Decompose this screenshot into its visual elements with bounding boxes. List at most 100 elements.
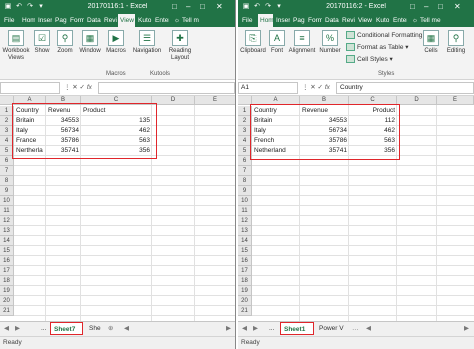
redo-icon[interactable]: ↷: [26, 3, 34, 11]
row-header[interactable]: 15: [0, 246, 14, 256]
tab-file[interactable]: File: [240, 14, 257, 27]
window-button[interactable]: ▦ Window: [78, 30, 102, 55]
name-box[interactable]: A1: [238, 82, 298, 94]
row-header[interactable]: 16: [238, 256, 252, 266]
row-header[interactable]: 8: [238, 176, 252, 186]
minimize-icon[interactable]: –: [186, 2, 190, 12]
tab-data[interactable]: Data: [85, 14, 101, 27]
row-header[interactable]: 21: [0, 306, 14, 316]
row-header[interactable]: 9: [238, 186, 252, 196]
more-sheets-icon[interactable]: …: [352, 324, 359, 334]
sheet-tab-power-view[interactable]: Power V: [316, 322, 348, 335]
row-header[interactable]: 7: [238, 166, 252, 176]
tab-formulas[interactable]: Form: [68, 14, 84, 27]
name-box[interactable]: [0, 82, 60, 94]
scroll-left-icon[interactable]: ◀: [242, 324, 247, 334]
worksheet-grid[interactable]: A B C D E 1 2 3 4 5 6 7 8 9 10 11 12 13 14 15 16 17 18 19 2…: [0, 96, 235, 321]
row-header[interactable]: 12: [0, 216, 14, 226]
scroll-left-icon[interactable]: ◀: [4, 324, 9, 334]
tell-me-search[interactable]: Tell m: [180, 14, 210, 27]
save-icon[interactable]: ▣: [4, 3, 12, 11]
row-header[interactable]: 13: [238, 226, 252, 236]
tab-insert[interactable]: Inser: [274, 14, 290, 27]
row-header[interactable]: 9: [0, 186, 14, 196]
conditional-formatting-button[interactable]: Conditional Formatting ▾: [346, 31, 427, 40]
sheet-tab-more[interactable]: ...: [38, 322, 49, 335]
sheet-tab-sheet1[interactable]: Sheet1: [280, 322, 314, 335]
row-header[interactable]: 17: [0, 266, 14, 276]
column-header-d[interactable]: D: [397, 96, 437, 105]
tab-review[interactable]: Revi: [340, 14, 355, 27]
row-header[interactable]: 19: [238, 286, 252, 296]
sheet-tab-more[interactable]: ...: [266, 322, 277, 335]
tab-insert[interactable]: Inser: [36, 14, 52, 27]
row-header[interactable]: 14: [0, 236, 14, 246]
column-header-e[interactable]: E: [437, 96, 474, 105]
customize-toolbar-icon[interactable]: ▾: [275, 3, 283, 11]
h-scroll-right-icon[interactable]: ▶: [226, 324, 231, 334]
row-header[interactable]: 11: [238, 206, 252, 216]
customize-toolbar-icon[interactable]: ▾: [37, 3, 45, 11]
cell-styles-button[interactable]: Cell Styles ▾: [346, 55, 393, 64]
format-as-table-button[interactable]: Format as Table ▾: [346, 43, 409, 52]
add-sheet-icon[interactable]: ⊕: [108, 324, 113, 334]
tab-data[interactable]: Data: [323, 14, 339, 27]
tell-me-search[interactable]: Tell me: [418, 14, 452, 27]
scroll-right-icon[interactable]: ▶: [15, 324, 20, 334]
clipboard-button[interactable]: ⎘ Clipboard: [240, 30, 266, 55]
tab-review[interactable]: Revi: [102, 14, 117, 27]
row-header[interactable]: 14: [238, 236, 252, 246]
ribbon-display-icon[interactable]: □: [410, 2, 415, 12]
save-icon[interactable]: ▣: [242, 3, 250, 11]
close-icon[interactable]: ✕: [216, 2, 223, 12]
row-header[interactable]: 18: [238, 276, 252, 286]
tab-file[interactable]: File: [2, 14, 19, 27]
number-button[interactable]: % Number: [318, 30, 342, 55]
ribbon-display-icon[interactable]: □: [172, 2, 177, 12]
tab-kutools[interactable]: Kuto: [374, 14, 390, 27]
worksheet-grid[interactable]: A B C D E 1 2 3 4 5 6 7 8 9 10 11 12 13 14 15 16 17 18 19 2…: [238, 96, 474, 321]
font-button[interactable]: A Font: [268, 30, 286, 55]
maximize-icon[interactable]: □: [438, 2, 443, 12]
row-header[interactable]: 13: [0, 226, 14, 236]
tab-view[interactable]: View: [356, 14, 373, 27]
minimize-icon[interactable]: –: [424, 2, 428, 12]
scroll-right-icon[interactable]: ▶: [253, 324, 258, 334]
row-header[interactable]: 19: [0, 286, 14, 296]
tab-kutools[interactable]: Kuto: [136, 14, 152, 27]
row-header[interactable]: 18: [0, 276, 14, 286]
maximize-icon[interactable]: □: [200, 2, 205, 12]
sheet-tab-next[interactable]: She: [86, 322, 104, 335]
row-header[interactable]: 10: [0, 196, 14, 206]
tab-enterprise[interactable]: Enter: [153, 14, 169, 27]
sheet-tab-sheet7[interactable]: Sheet7: [50, 322, 83, 335]
tab-home[interactable]: Hom: [258, 14, 273, 27]
cells-button[interactable]: ▦ Cells: [422, 30, 440, 55]
undo-icon[interactable]: ↶: [253, 3, 261, 11]
row-header[interactable]: 16: [0, 256, 14, 266]
alignment-button[interactable]: ≡ Alignment: [288, 30, 316, 55]
row-header[interactable]: 8: [0, 176, 14, 186]
tab-formulas[interactable]: Form: [306, 14, 322, 27]
tab-page-layout[interactable]: Pag: [53, 14, 67, 27]
row-header[interactable]: 20: [0, 296, 14, 306]
navigation-button[interactable]: ☰ Navigation: [130, 30, 164, 55]
tab-home[interactable]: Hom: [20, 14, 35, 27]
row-header[interactable]: 17: [238, 266, 252, 276]
row-header[interactable]: 15: [238, 246, 252, 256]
tab-enterprise[interactable]: Enter: [391, 14, 407, 27]
undo-icon[interactable]: ↶: [15, 3, 23, 11]
row-header[interactable]: 20: [238, 296, 252, 306]
h-scroll-right-icon[interactable]: ▶: [464, 324, 469, 334]
row-header[interactable]: 11: [0, 206, 14, 216]
editing-button[interactable]: ⚲ Editing: [442, 30, 470, 55]
column-header-e[interactable]: E: [195, 96, 235, 105]
show-button[interactable]: ☑ Show: [32, 30, 52, 55]
row-header[interactable]: 10: [238, 196, 252, 206]
workbook-views-button[interactable]: ▤ Workbook Views: [2, 30, 30, 62]
redo-icon[interactable]: ↷: [264, 3, 272, 11]
h-scroll-left-icon[interactable]: ◀: [124, 324, 129, 334]
formula-input[interactable]: Country: [336, 82, 474, 94]
column-header-d[interactable]: D: [152, 96, 195, 105]
row-header[interactable]: 12: [238, 216, 252, 226]
